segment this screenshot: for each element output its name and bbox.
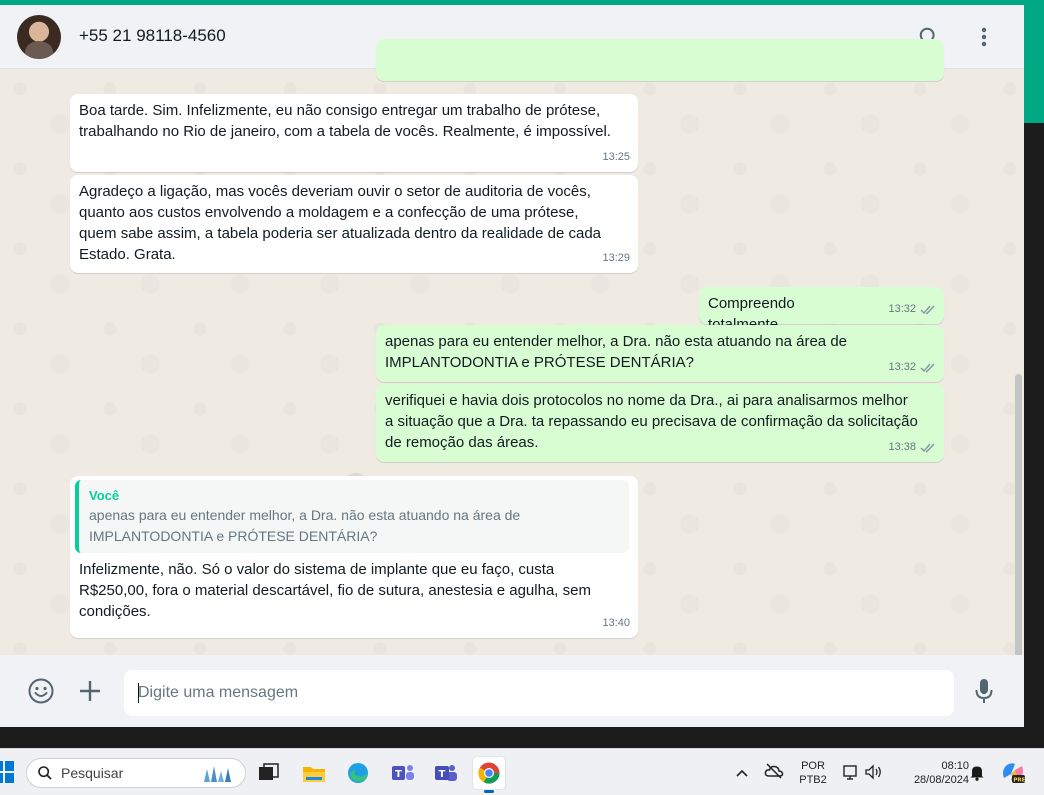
language-line2: PTB2 bbox=[799, 774, 827, 786]
windows-start-icon[interactable] bbox=[0, 761, 14, 783]
teams-work-icon[interactable]: T bbox=[430, 757, 462, 789]
message-incoming[interactable]: Agradeço a ligação, mas vocês deveriam o… bbox=[70, 175, 638, 273]
contact-avatar[interactable] bbox=[17, 15, 61, 59]
message-time: 13:38 bbox=[888, 441, 916, 453]
read-ticks-icon bbox=[920, 363, 935, 373]
search-highlight-icon bbox=[204, 766, 231, 782]
message-outgoing[interactable]: Compreendo totalmente 13:32 bbox=[699, 287, 944, 333]
message-text: Boa tarde. Sim. Infelizmente, eu não con… bbox=[79, 102, 611, 140]
message-outgoing[interactable]: verifiquei e havia dois protocolos no no… bbox=[376, 384, 944, 462]
more-vertical-icon[interactable] bbox=[970, 23, 998, 51]
read-ticks-icon bbox=[920, 443, 935, 453]
quote-text: apenas para eu entender melhor, a Dra. n… bbox=[89, 507, 521, 544]
windows-taskbar: Pesquisar T T POR PTB2 08:10 28/08/2024 bbox=[0, 748, 1044, 795]
message-time: 13:32 bbox=[888, 303, 916, 315]
microphone-icon[interactable] bbox=[969, 676, 999, 706]
message-text: apenas para eu entender melhor, a Dra. n… bbox=[385, 333, 848, 371]
quote-author: Você bbox=[89, 488, 120, 503]
edge-browser-icon[interactable] bbox=[342, 757, 374, 789]
copilot-icon[interactable]: PRE bbox=[1000, 760, 1026, 789]
search-icon bbox=[38, 766, 52, 780]
cloud-offline-icon[interactable] bbox=[764, 763, 784, 784]
message-input[interactable] bbox=[124, 670, 954, 716]
clock-date: 28/08/2024 bbox=[913, 774, 969, 786]
system-clock[interactable]: 08:10 28/08/2024 bbox=[893, 759, 969, 787]
previous-outgoing-message[interactable] bbox=[376, 39, 944, 81]
taskbar-search[interactable]: Pesquisar bbox=[26, 758, 246, 788]
svg-text:PRE: PRE bbox=[1013, 777, 1025, 783]
taskbar-search-placeholder: Pesquisar bbox=[61, 765, 124, 781]
emoji-icon[interactable] bbox=[26, 676, 56, 706]
message-composer bbox=[0, 655, 1024, 727]
whatsapp-window: +55 21 98118-4560 Boa tarde. Sim. Infeli… bbox=[0, 5, 1024, 727]
read-ticks-icon bbox=[920, 305, 935, 315]
message-list[interactable]: Boa tarde. Sim. Infelizmente, eu não con… bbox=[0, 39, 1024, 712]
message-text: verifiquei e havia dois protocolos no no… bbox=[385, 392, 918, 451]
message-outgoing[interactable]: apenas para eu entender melhor, a Dra. n… bbox=[376, 325, 944, 382]
message-time: 13:29 bbox=[602, 252, 630, 264]
message-time: 13:25 bbox=[602, 151, 630, 163]
svg-text:T: T bbox=[439, 769, 446, 780]
display-icon[interactable] bbox=[843, 764, 859, 785]
text-caret bbox=[138, 683, 139, 703]
chevron-up-icon[interactable] bbox=[735, 765, 749, 783]
message-text: Infelizmente, não. Só o valor do sistema… bbox=[79, 561, 591, 620]
message-incoming[interactable]: Boa tarde. Sim. Infelizmente, eu não con… bbox=[70, 94, 638, 172]
contact-name[interactable]: +55 21 98118-4560 bbox=[79, 26, 226, 46]
message-incoming-reply[interactable]: Você apenas para eu entender melhor, a D… bbox=[70, 476, 638, 638]
notification-bell-icon[interactable] bbox=[969, 764, 985, 786]
quoted-message[interactable]: Você apenas para eu entender melhor, a D… bbox=[75, 480, 629, 553]
clock-time: 08:10 bbox=[941, 760, 969, 772]
message-text: Agradeço a ligação, mas vocês deveriam o… bbox=[79, 183, 602, 263]
chrome-browser-icon[interactable] bbox=[473, 757, 505, 793]
svg-text:T: T bbox=[395, 769, 402, 780]
task-view-icon[interactable] bbox=[253, 757, 285, 789]
language-line1: POR bbox=[801, 760, 825, 772]
speaker-icon[interactable] bbox=[865, 764, 883, 785]
file-explorer-icon[interactable] bbox=[298, 757, 330, 789]
plus-icon[interactable] bbox=[75, 676, 105, 706]
message-time: 13:40 bbox=[602, 617, 630, 629]
message-time: 13:32 bbox=[888, 361, 916, 373]
language-indicator[interactable]: POR PTB2 bbox=[795, 759, 831, 787]
teams-icon[interactable]: T bbox=[387, 757, 419, 789]
